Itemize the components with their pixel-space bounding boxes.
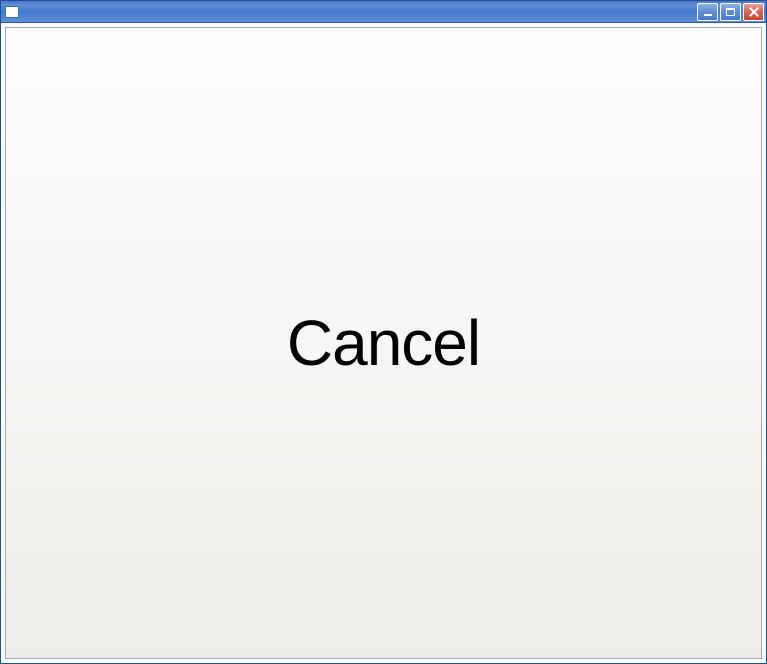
minimize-button[interactable] <box>697 3 718 21</box>
maximize-button[interactable] <box>720 3 741 21</box>
titlebar[interactable] <box>1 1 766 23</box>
close-icon <box>749 7 759 17</box>
client-area: Cancel <box>5 27 762 659</box>
maximize-icon <box>726 8 735 16</box>
app-icon <box>5 6 19 18</box>
titlebar-left <box>5 6 23 18</box>
window-frame: Cancel <box>0 0 767 664</box>
window-controls <box>697 3 764 21</box>
close-button[interactable] <box>743 3 764 21</box>
minimize-icon <box>704 14 712 16</box>
cancel-button[interactable]: Cancel <box>287 306 480 380</box>
